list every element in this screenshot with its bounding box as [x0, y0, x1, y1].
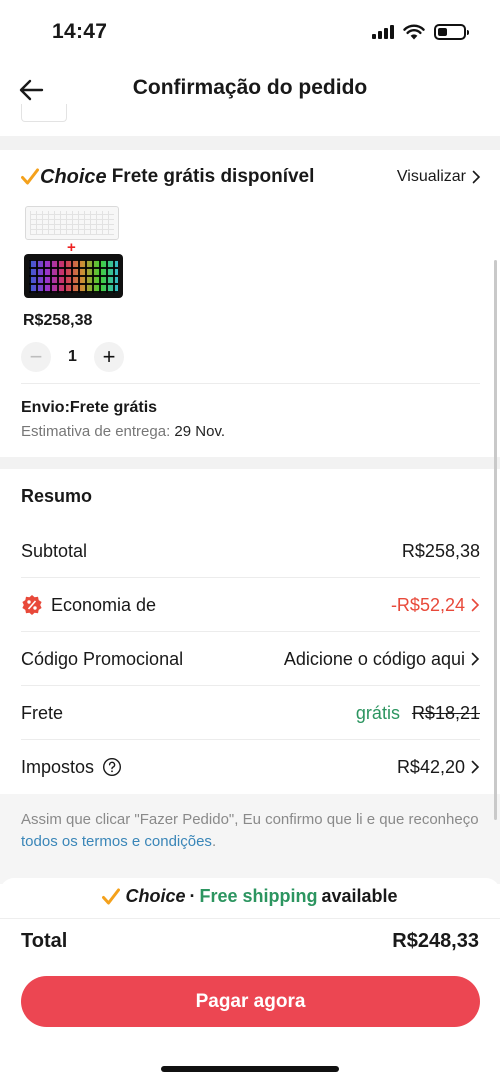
savings-value: -R$52,24 — [390, 594, 465, 615]
subtotal-row: Subtotal R$258,38 — [21, 524, 480, 578]
promo-value-group: Adicione o código aqui — [284, 649, 480, 670]
free-shipping-banner: Choice · Free shipping available — [0, 886, 500, 907]
total-label: Total — [21, 930, 68, 952]
banner-separator: · — [189, 886, 196, 906]
eta-label: Estimativa de entrega: — [21, 423, 171, 440]
shipping-value-group: grátis R$18,21 — [356, 703, 480, 724]
increase-quantity-button[interactable]: + — [94, 342, 124, 372]
quantity-value: 1 — [68, 348, 77, 365]
savings-label-group: Economia de — [21, 594, 156, 616]
checkout-bar: Choice · Free shipping available Total R… — [0, 878, 500, 1082]
shipping-row: Frete grátis R$18,21 — [21, 686, 480, 740]
choice-header: Choice Frete grátis disponível Visualiza… — [21, 162, 481, 192]
product-image-white-keyboard[interactable] — [25, 206, 119, 240]
chevron-right-icon — [471, 652, 480, 666]
shipping-free: grátis — [355, 702, 400, 723]
terms-notice: Assim que clicar "Fazer Pedido", Eu conf… — [0, 794, 500, 884]
promo-value: Adicione o código aqui — [283, 648, 465, 669]
status-icons — [372, 24, 469, 40]
banner-available: available — [321, 886, 398, 906]
taxes-label: Impostos — [21, 756, 95, 777]
page-title: Confirmação do pedido — [132, 76, 368, 99]
help-icon[interactable] — [102, 757, 122, 777]
view-button[interactable]: Visualizar — [397, 168, 481, 186]
promo-label: Código Promocional — [21, 648, 184, 669]
shipping-original-price: R$18,21 — [411, 702, 480, 723]
savings-label: Economia de — [51, 594, 157, 615]
subtotal-label: Subtotal — [21, 540, 88, 561]
home-indicator — [161, 1066, 339, 1072]
status-time: 14:47 — [52, 20, 108, 43]
taxes-row[interactable]: Impostos R$42,20 — [21, 740, 480, 794]
taxes-label-group: Impostos — [21, 757, 122, 778]
banner-choice-brand: Choice — [125, 886, 186, 906]
chevron-right-icon — [471, 598, 480, 612]
terms-text: Assim que clicar "Fazer Pedido", Eu conf… — [21, 811, 479, 828]
chevron-right-icon — [471, 760, 480, 774]
banner-free-shipping: Free shipping — [199, 886, 318, 906]
choice-brand: Choice — [40, 165, 107, 188]
previous-item-edge — [21, 104, 67, 122]
taxes-value: R$42,20 — [396, 756, 465, 777]
shipping-method: Envio:Frete grátis — [21, 399, 158, 416]
signal-icon — [372, 25, 394, 39]
header: Confirmação do pedido — [0, 62, 500, 116]
product-image-rgb-keyboard[interactable] — [24, 254, 123, 298]
status-bar: 14:47 — [0, 0, 500, 60]
section-divider — [0, 457, 500, 469]
percent-badge-icon — [22, 595, 42, 615]
view-label: Visualizar — [396, 168, 466, 185]
scrollbar[interactable] — [494, 260, 497, 820]
delivery-estimate: Estimativa de entrega: 29 Nov. — [21, 423, 225, 440]
savings-value-group: -R$52,24 — [391, 595, 480, 616]
total-value: R$248,33 — [392, 930, 479, 952]
chevron-right-icon — [472, 170, 481, 184]
terms-end: . — [211, 833, 217, 850]
subtotal-value: R$258,38 — [401, 540, 480, 561]
pay-now-button[interactable]: Pagar agora — [21, 976, 480, 1027]
promo-code-row[interactable]: Código Promocional Adicione o código aqu… — [21, 632, 480, 686]
choice-check-icon — [21, 168, 39, 185]
terms-link[interactable]: todos os termos e condições — [21, 833, 212, 850]
wifi-icon — [403, 24, 425, 40]
divider — [21, 383, 480, 384]
summary-title: Resumo — [21, 486, 93, 506]
divider — [0, 918, 500, 919]
section-divider — [0, 136, 500, 150]
shipping-label: Frete — [21, 702, 64, 723]
product-price: R$258,38 — [23, 312, 93, 329]
eta-date: 29 Nov. — [174, 423, 226, 440]
choice-check-icon — [102, 888, 121, 904]
quantity-stepper: − 1 + — [21, 341, 124, 373]
choice-title: Frete grátis disponível — [111, 166, 315, 187]
taxes-value-group: R$42,20 — [397, 757, 480, 778]
battery-icon — [434, 24, 469, 40]
decrease-quantity-button[interactable]: − — [21, 342, 51, 372]
savings-row[interactable]: Economia de -R$52,24 — [21, 578, 480, 632]
